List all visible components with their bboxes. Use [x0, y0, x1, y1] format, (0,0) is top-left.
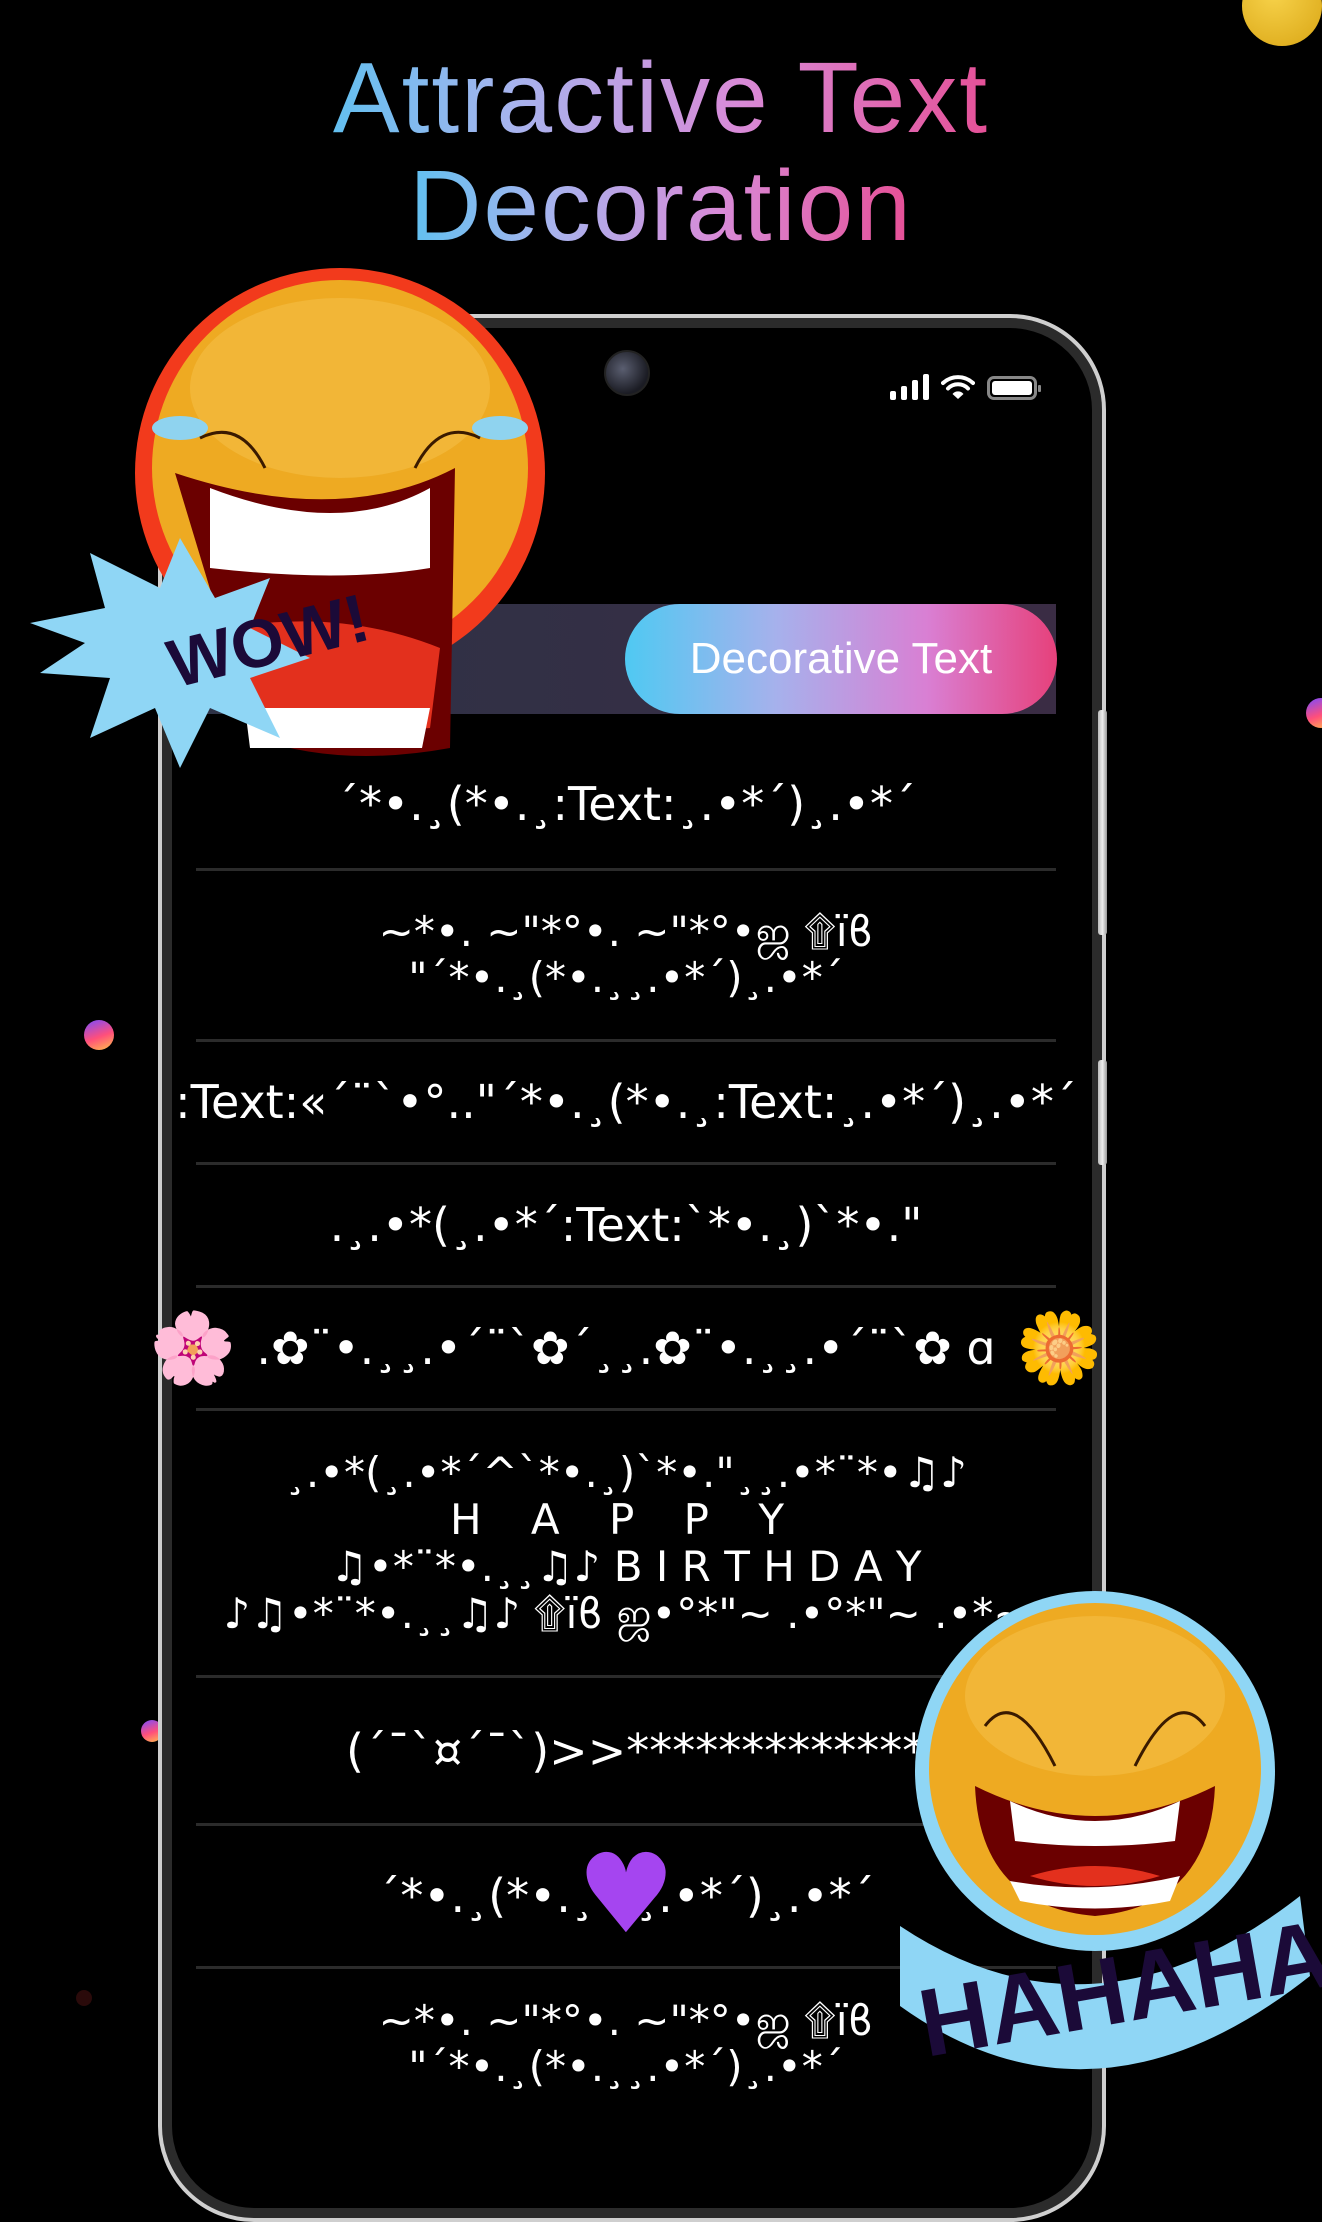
cherry-blossom-icon: 🌸 [149, 1307, 237, 1389]
promo-headline: Attractive Text Decoration [0, 44, 1322, 260]
tear-icon [472, 416, 528, 440]
headline-line-2: Decoration [376, 152, 946, 260]
power-button [1098, 1060, 1107, 1165]
decorated-text-line: ~*•. ~"*°•. ~"*°•ஜ ۩ïϐ [378, 907, 874, 956]
cellular-signal-icon [890, 374, 929, 400]
battery-icon [987, 376, 1041, 400]
front-camera [604, 350, 650, 396]
decorated-text-line: ¸.•*(¸.•*´^`*•.¸)`*•."¸¸.•*¨*•♫♪ [284, 1448, 968, 1497]
list-item[interactable]: 🌸 .✿¨•.¸¸.•´¨`✿´¸¸.✿¨•.¸¸.•´¨`✿ ɑ 🌼 [149, 1288, 1103, 1411]
list-item[interactable]: ~*•. ~"*°•. ~"*°•ஜ ۩ïϐ "´*•.¸(*•.¸¸.•*´)… [196, 871, 1056, 1042]
decorated-text-line: ~*•. ~"*°•. ~"*°•ஜ ۩ïϐ [378, 1996, 874, 2045]
decorated-text-line: .✿¨•.¸¸.•´¨`✿´¸¸.✿¨•.¸¸.•´¨`✿ ɑ [256, 1321, 996, 1375]
wow-laughing-sticker: WOW! [30, 268, 545, 768]
decorated-text-line: :Text:«´¨`•°.."´*•.¸(*•.¸:Text:¸.•*´)¸.•… [175, 1075, 1077, 1129]
purple-heart-icon: ♥ [576, 1829, 676, 1958]
daisy-icon: 🌼 [1015, 1307, 1103, 1389]
decorated-text-line: .¸.•*(¸.•*´:Text:`*•.¸)`*•." [329, 1198, 923, 1252]
dark-bubble-decoration [76, 1990, 92, 2006]
decorated-text-line: "´*•.¸(*•.¸¸.•*´)¸.•*´ [408, 2042, 844, 2091]
status-bar [890, 370, 1041, 400]
headline-line-1: Attractive Text [281, 44, 1041, 152]
volume-button [1098, 710, 1107, 935]
haha-laughing-sticker: HAHAHA [900, 1591, 1322, 2078]
gold-bubble-decoration [1242, 0, 1322, 46]
list-item[interactable]: :Text:«´¨`•°.."´*•.¸(*•.¸:Text:¸.•*´)¸.•… [175, 1042, 1077, 1165]
decorated-text-line: ♫•*¨*•.¸¸♫♪ B I R T H D A Y [330, 1542, 922, 1591]
list-item[interactable]: .¸.•*(¸.•*´:Text:`*•.¸)`*•." [196, 1165, 1056, 1288]
decorated-text-line: H A P P Y [449, 1495, 803, 1544]
gradient-bubble-decoration [1306, 698, 1322, 728]
tab-decorative-text[interactable]: Decorative Text [625, 604, 1057, 714]
tear-icon [152, 416, 208, 440]
wifi-icon [941, 375, 975, 399]
gradient-bubble-decoration [84, 1020, 114, 1050]
decorated-text-line: "´*•.¸(*•.¸¸.•*´)¸.•*´ [408, 953, 844, 1002]
